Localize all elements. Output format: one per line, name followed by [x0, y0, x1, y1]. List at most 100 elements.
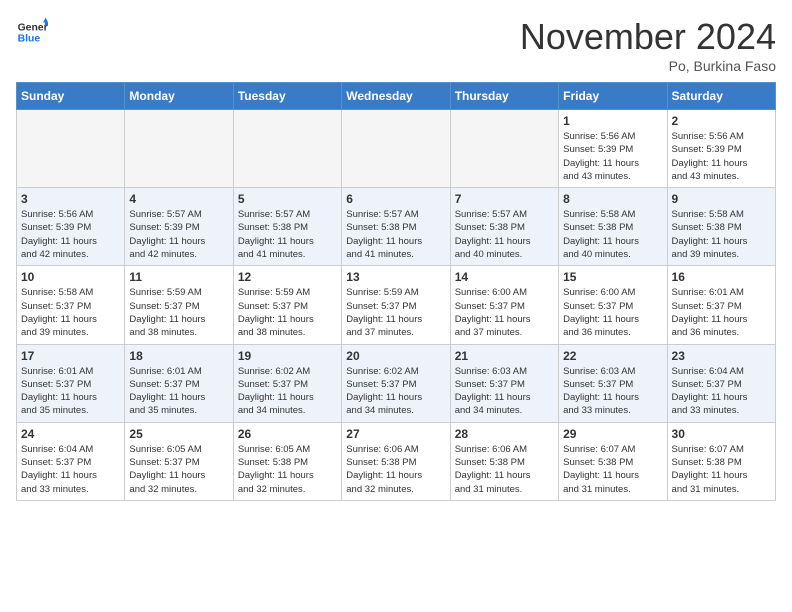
calendar-cell: [450, 110, 558, 188]
day-number: 18: [129, 349, 228, 363]
day-number: 15: [563, 270, 662, 284]
day-info: Sunrise: 5:57 AM Sunset: 5:38 PM Dayligh…: [238, 208, 337, 261]
weekday-header: Wednesday: [342, 83, 450, 110]
day-number: 25: [129, 427, 228, 441]
day-info: Sunrise: 6:05 AM Sunset: 5:37 PM Dayligh…: [129, 443, 228, 496]
day-info: Sunrise: 5:58 AM Sunset: 5:37 PM Dayligh…: [21, 286, 120, 339]
calendar-cell: [125, 110, 233, 188]
day-info: Sunrise: 6:04 AM Sunset: 5:37 PM Dayligh…: [672, 365, 771, 418]
day-info: Sunrise: 5:59 AM Sunset: 5:37 PM Dayligh…: [346, 286, 445, 339]
weekday-header: Thursday: [450, 83, 558, 110]
svg-text:Blue: Blue: [18, 34, 41, 45]
calendar-cell: 10 Sunrise: 5:58 AM Sunset: 5:37 PM Dayli…: [17, 266, 125, 344]
calendar-cell: [233, 110, 341, 188]
day-info: Sunrise: 5:57 AM Sunset: 5:38 PM Dayligh…: [346, 208, 445, 261]
day-info: Sunrise: 6:02 AM Sunset: 5:37 PM Dayligh…: [238, 365, 337, 418]
calendar-cell: 15 Sunrise: 6:00 AM Sunset: 5:37 PM Dayli…: [559, 266, 667, 344]
title-block: November 2024 Po, Burkina Faso: [520, 16, 776, 74]
day-info: Sunrise: 6:03 AM Sunset: 5:37 PM Dayligh…: [563, 365, 662, 418]
calendar-cell: 27 Sunrise: 6:06 AM Sunset: 5:38 PM Dayli…: [342, 422, 450, 500]
calendar-cell: 3Sunrise: 5:56 AM Sunset: 5:39 PM Daylig…: [17, 188, 125, 266]
day-info: Sunrise: 6:01 AM Sunset: 5:37 PM Dayligh…: [129, 365, 228, 418]
day-number: 16: [672, 270, 771, 284]
day-number: 30: [672, 427, 771, 441]
calendar-cell: 2Sunrise: 5:56 AM Sunset: 5:39 PM Daylig…: [667, 110, 775, 188]
day-number: 3: [21, 192, 120, 206]
calendar-cell: 24 Sunrise: 6:04 AM Sunset: 5:37 PM Dayli…: [17, 422, 125, 500]
day-info: Sunrise: 6:00 AM Sunset: 5:37 PM Dayligh…: [563, 286, 662, 339]
calendar-cell: 29Sunrise: 6:07 AM Sunset: 5:38 PM Dayli…: [559, 422, 667, 500]
calendar-cell: 12 Sunrise: 5:59 AM Sunset: 5:37 PM Dayli…: [233, 266, 341, 344]
calendar-cell: 7 Sunrise: 5:57 AM Sunset: 5:38 PM Daylig…: [450, 188, 558, 266]
day-number: 9: [672, 192, 771, 206]
calendar-cell: 17 Sunrise: 6:01 AM Sunset: 5:37 PM Dayli…: [17, 344, 125, 422]
svg-text:General: General: [18, 22, 48, 33]
day-number: 29: [563, 427, 662, 441]
day-info: Sunrise: 6:03 AM Sunset: 5:37 PM Dayligh…: [455, 365, 554, 418]
day-info: Sunrise: 5:57 AM Sunset: 5:38 PM Dayligh…: [455, 208, 554, 261]
calendar-cell: 20Sunrise: 6:02 AM Sunset: 5:37 PM Dayli…: [342, 344, 450, 422]
day-info: Sunrise: 6:00 AM Sunset: 5:37 PM Dayligh…: [455, 286, 554, 339]
day-number: 5: [238, 192, 337, 206]
weekday-header: Saturday: [667, 83, 775, 110]
calendar-cell: 13Sunrise: 5:59 AM Sunset: 5:37 PM Dayli…: [342, 266, 450, 344]
day-number: 24: [21, 427, 120, 441]
day-info: Sunrise: 5:59 AM Sunset: 5:37 PM Dayligh…: [238, 286, 337, 339]
day-info: Sunrise: 5:56 AM Sunset: 5:39 PM Dayligh…: [563, 130, 662, 183]
day-number: 21: [455, 349, 554, 363]
day-info: Sunrise: 6:06 AM Sunset: 5:38 PM Dayligh…: [346, 443, 445, 496]
calendar-cell: 1 Sunrise: 5:56 AM Sunset: 5:39 PM Daylig…: [559, 110, 667, 188]
calendar-week-row: 1 Sunrise: 5:56 AM Sunset: 5:39 PM Daylig…: [17, 110, 776, 188]
day-number: 19: [238, 349, 337, 363]
day-number: 8: [563, 192, 662, 206]
calendar-cell: 28Sunrise: 6:06 AM Sunset: 5:38 PM Dayli…: [450, 422, 558, 500]
weekday-header: Sunday: [17, 83, 125, 110]
day-number: 14: [455, 270, 554, 284]
day-number: 23: [672, 349, 771, 363]
calendar-cell: 30Sunrise: 6:07 AM Sunset: 5:38 PM Dayli…: [667, 422, 775, 500]
month-title: November 2024: [520, 16, 776, 58]
day-number: 27: [346, 427, 445, 441]
calendar-week-row: 3Sunrise: 5:56 AM Sunset: 5:39 PM Daylig…: [17, 188, 776, 266]
calendar-cell: [342, 110, 450, 188]
day-info: Sunrise: 6:04 AM Sunset: 5:37 PM Dayligh…: [21, 443, 120, 496]
calendar-week-row: 24 Sunrise: 6:04 AM Sunset: 5:37 PM Dayli…: [17, 422, 776, 500]
calendar-cell: 5 Sunrise: 5:57 AM Sunset: 5:38 PM Daylig…: [233, 188, 341, 266]
calendar-header-row: SundayMondayTuesdayWednesdayThursdayFrid…: [17, 83, 776, 110]
weekday-header: Monday: [125, 83, 233, 110]
day-number: 12: [238, 270, 337, 284]
day-info: Sunrise: 5:58 AM Sunset: 5:38 PM Dayligh…: [672, 208, 771, 261]
day-info: Sunrise: 5:56 AM Sunset: 5:39 PM Dayligh…: [672, 130, 771, 183]
calendar-cell: 4 Sunrise: 5:57 AM Sunset: 5:39 PM Daylig…: [125, 188, 233, 266]
calendar-cell: 18 Sunrise: 6:01 AM Sunset: 5:37 PM Dayli…: [125, 344, 233, 422]
day-info: Sunrise: 5:59 AM Sunset: 5:37 PM Dayligh…: [129, 286, 228, 339]
calendar-cell: 8Sunrise: 5:58 AM Sunset: 5:38 PM Daylig…: [559, 188, 667, 266]
calendar-cell: [17, 110, 125, 188]
day-number: 20: [346, 349, 445, 363]
calendar-cell: 22 Sunrise: 6:03 AM Sunset: 5:37 PM Dayli…: [559, 344, 667, 422]
day-number: 26: [238, 427, 337, 441]
weekday-header: Tuesday: [233, 83, 341, 110]
day-number: 1: [563, 114, 662, 128]
day-number: 4: [129, 192, 228, 206]
calendar-cell: 11Sunrise: 5:59 AM Sunset: 5:37 PM Dayli…: [125, 266, 233, 344]
calendar-cell: 16 Sunrise: 6:01 AM Sunset: 5:37 PM Dayli…: [667, 266, 775, 344]
day-info: Sunrise: 6:06 AM Sunset: 5:38 PM Dayligh…: [455, 443, 554, 496]
calendar-cell: 6 Sunrise: 5:57 AM Sunset: 5:38 PM Daylig…: [342, 188, 450, 266]
day-info: Sunrise: 6:01 AM Sunset: 5:37 PM Dayligh…: [672, 286, 771, 339]
day-number: 6: [346, 192, 445, 206]
calendar-cell: 26Sunrise: 6:05 AM Sunset: 5:38 PM Dayli…: [233, 422, 341, 500]
calendar-table: SundayMondayTuesdayWednesdayThursdayFrid…: [16, 82, 776, 501]
day-number: 17: [21, 349, 120, 363]
calendar-cell: 9 Sunrise: 5:58 AM Sunset: 5:38 PM Daylig…: [667, 188, 775, 266]
day-info: Sunrise: 5:57 AM Sunset: 5:39 PM Dayligh…: [129, 208, 228, 261]
day-number: 10: [21, 270, 120, 284]
calendar-week-row: 17 Sunrise: 6:01 AM Sunset: 5:37 PM Dayli…: [17, 344, 776, 422]
day-number: 22: [563, 349, 662, 363]
calendar-cell: 21 Sunrise: 6:03 AM Sunset: 5:37 PM Dayli…: [450, 344, 558, 422]
location: Po, Burkina Faso: [520, 58, 776, 74]
day-number: 7: [455, 192, 554, 206]
page-header: General Blue November 2024 Po, Burkina F…: [16, 16, 776, 74]
calendar-cell: 25 Sunrise: 6:05 AM Sunset: 5:37 PM Dayli…: [125, 422, 233, 500]
day-info: Sunrise: 6:01 AM Sunset: 5:37 PM Dayligh…: [21, 365, 120, 418]
